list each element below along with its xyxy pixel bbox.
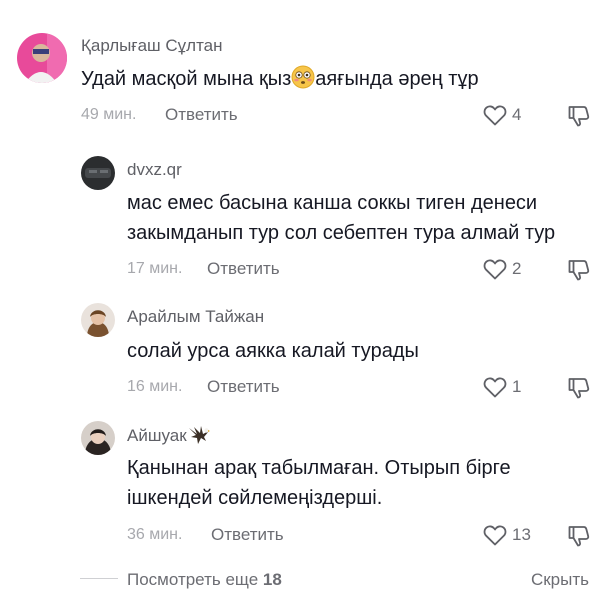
like-button[interactable]: 1 [483, 376, 521, 398]
comment-username[interactable]: Арайлым Тайжан [127, 307, 264, 327]
thumbs-down-outline-icon [568, 378, 590, 399]
avatar[interactable] [17, 33, 67, 83]
comment-time: 49 мин. [81, 106, 137, 123]
thumbs-down-outline-icon [568, 260, 590, 281]
avatar-image-icon [81, 303, 115, 337]
comment-text-line: Қанынан арақ табылмаған. Отырып бірге [127, 457, 511, 479]
comment-username[interactable]: Қарлығаш Сұлтан [81, 36, 223, 56]
thumbs-down-outline-icon [568, 106, 590, 127]
comment-username[interactable]: dvxz.qr [127, 160, 182, 180]
comment-text: Удай масқой мына қыз аяғында әрең тұр [81, 64, 479, 98]
comment-text-line: закымданып тур сол себептен тура алмай т… [127, 222, 556, 244]
comment-text: солай урса аякка калай турады [127, 340, 419, 362]
avatar[interactable] [81, 156, 115, 190]
view-more-label: Посмотреть еще [127, 570, 259, 589]
avatar-image-icon [81, 156, 115, 190]
comment-text-line: мас емес басына канша соккы тиген денеси [127, 192, 538, 214]
comment-time: 36 мин. [127, 526, 183, 543]
dislike-button[interactable] [567, 258, 591, 282]
avatar[interactable] [81, 303, 115, 337]
dislike-button[interactable] [567, 104, 591, 128]
view-more-replies-button[interactable]: Посмотреть еще 18 [127, 570, 282, 590]
heart-outline-icon [483, 525, 507, 546]
avatar-image-icon [81, 421, 115, 455]
reply-button[interactable]: Ответить [211, 525, 284, 545]
comment-username-text: Айшуак [127, 426, 187, 445]
dislike-button[interactable] [567, 524, 591, 548]
reply-button[interactable]: Ответить [207, 377, 280, 397]
thumbs-down-outline-icon [568, 526, 590, 547]
divider-line [80, 578, 118, 579]
comment-time: 17 мин. [127, 260, 183, 277]
flushed-face-emoji-icon [291, 65, 315, 98]
like-button[interactable]: 13 [483, 524, 531, 546]
eagle-emoji-icon [188, 425, 210, 450]
like-count: 4 [512, 105, 522, 124]
reply-button[interactable]: Ответить [207, 259, 280, 279]
avatar-image-icon [17, 33, 67, 83]
comment-time: 16 мин. [127, 378, 183, 395]
like-count: 1 [512, 377, 522, 396]
comment-text-part: аяғында әрең тұр [315, 68, 479, 90]
heart-outline-icon [483, 377, 507, 398]
view-more-count: 18 [262, 570, 282, 589]
hide-replies-button[interactable]: Скрыть [531, 570, 589, 590]
comment-text-part: Удай масқой мына қыз [81, 68, 292, 90]
dislike-button[interactable] [567, 376, 591, 400]
heart-outline-icon [483, 259, 507, 280]
heart-outline-icon [483, 105, 507, 126]
reply-button[interactable]: Ответить [165, 105, 238, 125]
avatar[interactable] [81, 421, 115, 455]
comment-text-line: ішкендей сөйлемеңіздерші. [127, 487, 383, 509]
like-count: 13 [512, 525, 531, 544]
like-button[interactable]: 4 [483, 104, 521, 126]
like-count: 2 [512, 259, 522, 278]
like-button[interactable]: 2 [483, 258, 521, 280]
comment-username[interactable]: Айшуак [127, 425, 210, 450]
